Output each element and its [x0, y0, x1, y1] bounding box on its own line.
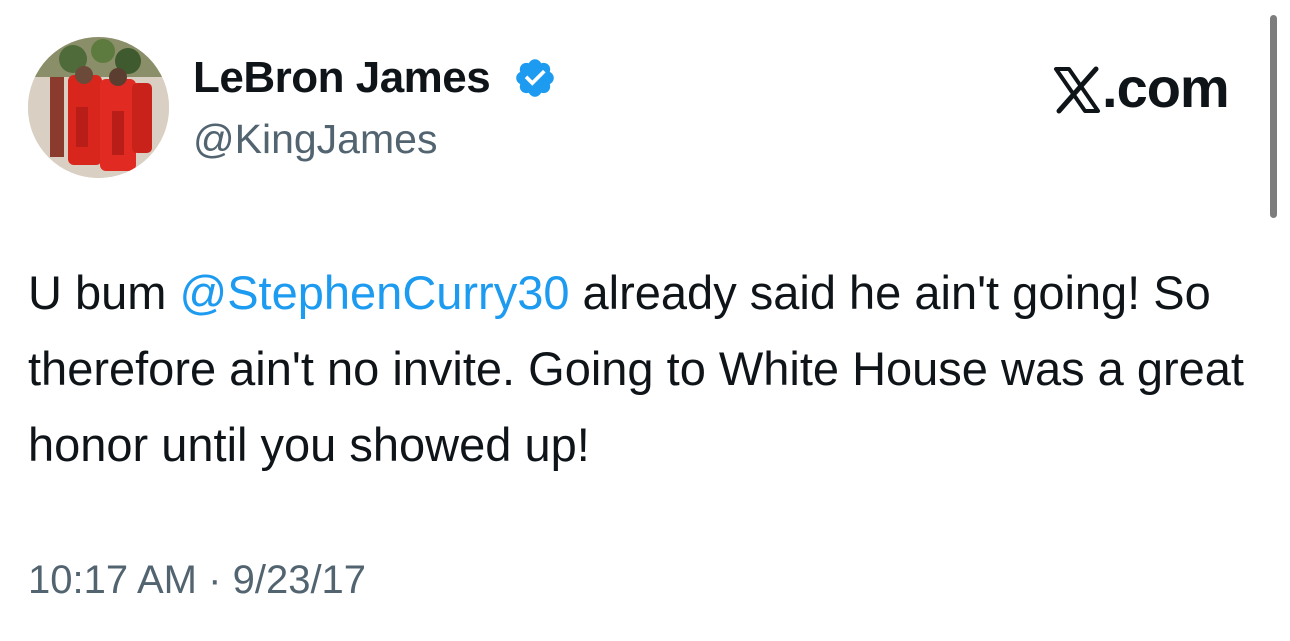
scrollbar[interactable]: [1270, 15, 1277, 218]
tweet-time: 10:17 AM: [28, 558, 198, 602]
tweet-card: LeBron James @KingJames .com U bum @Step…: [0, 0, 1290, 641]
tweet-timestamp[interactable]: 10:17 AM · 9/23/17: [28, 555, 366, 605]
x-logo-icon: [1052, 55, 1102, 121]
timestamp-separator: ·: [208, 558, 222, 602]
tweet-text: U bum @StephenCurry30 already said he ai…: [28, 255, 1248, 483]
brand-dot: .: [1102, 56, 1118, 119]
mention-link[interactable]: @StephenCurry30: [180, 266, 570, 319]
verified-badge-icon: [513, 56, 557, 100]
avatar-image: [28, 37, 169, 178]
author-display-name[interactable]: LeBron James: [193, 52, 491, 104]
author-handle[interactable]: @KingJames: [193, 114, 437, 164]
brand-logo[interactable]: .com: [1052, 55, 1230, 121]
brand-domain: com: [1116, 56, 1230, 119]
tweet-date: 9/23/17: [232, 558, 367, 602]
avatar[interactable]: [28, 37, 169, 178]
tweet-text-start: U bum: [28, 266, 180, 319]
